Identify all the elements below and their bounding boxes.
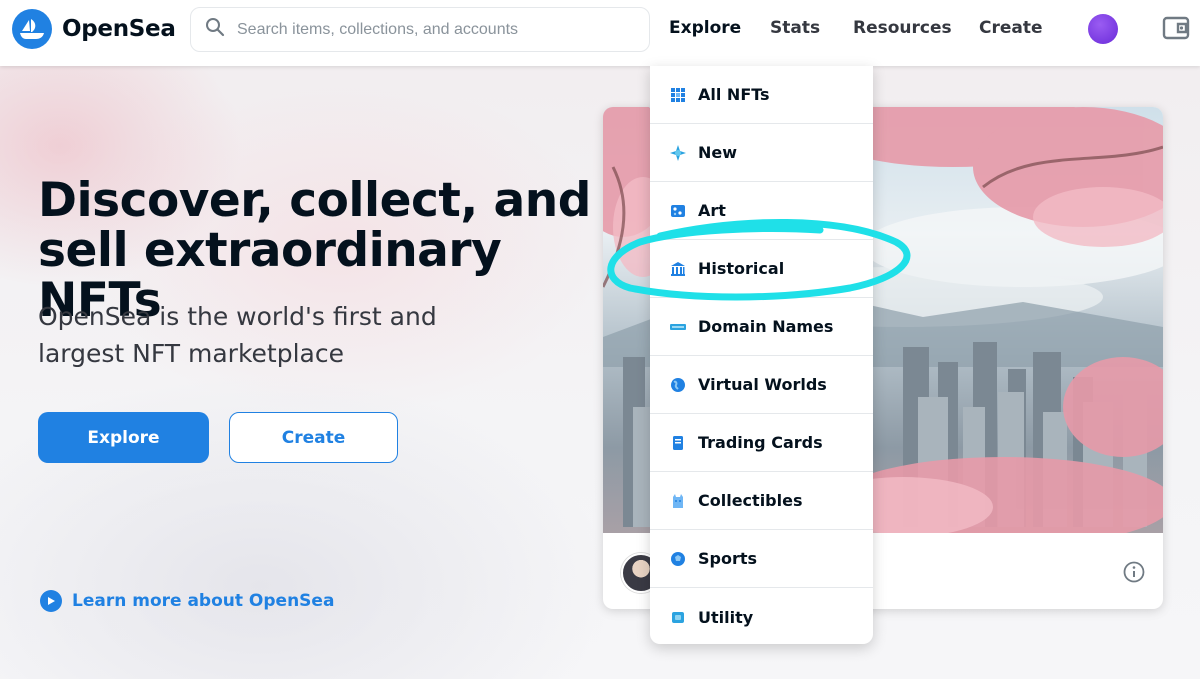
menu-item-label: Virtual Worlds (698, 375, 827, 394)
menu-item-all-nfts[interactable]: All NFTs (650, 66, 873, 124)
menu-item-virtual-worlds[interactable]: Virtual Worlds (650, 356, 873, 414)
globe-icon (670, 377, 686, 393)
menu-item-art[interactable]: Art (650, 182, 873, 240)
domain-icon (670, 319, 686, 335)
menu-item-collectibles[interactable]: Collectibles (650, 472, 873, 530)
search-input[interactable] (237, 20, 637, 39)
info-icon[interactable] (1123, 561, 1145, 588)
menu-item-label: All NFTs (698, 85, 770, 104)
brand-logo[interactable]: OpenSea (12, 9, 176, 49)
menu-item-label: New (698, 143, 738, 162)
nav-resources[interactable]: Resources (853, 18, 952, 38)
menu-item-label: Art (698, 201, 726, 220)
menu-item-domain-names[interactable]: Domain Names (650, 298, 873, 356)
top-navbar: OpenSea Explore Stats Resources Create (0, 0, 1200, 66)
menu-item-label: Trading Cards (698, 433, 823, 452)
menu-item-label: Domain Names (698, 317, 834, 336)
learn-more-link[interactable]: Learn more about OpenSea (40, 590, 334, 612)
nav-explore[interactable]: Explore (669, 18, 741, 38)
search-bar[interactable] (190, 7, 650, 52)
grid-icon (670, 87, 686, 103)
wallet-icon[interactable] (1162, 14, 1190, 47)
utility-icon (670, 609, 686, 625)
play-icon (40, 590, 62, 612)
menu-item-new[interactable]: New (650, 124, 873, 182)
nav-create[interactable]: Create (979, 18, 1043, 38)
card-icon (670, 435, 686, 451)
menu-item-label: Collectibles (698, 491, 803, 510)
create-button[interactable]: Create (229, 412, 398, 463)
nav-stats[interactable]: Stats (770, 18, 820, 38)
opensea-logo-icon (12, 9, 52, 49)
profile-avatar[interactable] (1088, 14, 1118, 44)
menu-item-trading-cards[interactable]: Trading Cards (650, 414, 873, 472)
ball-icon (670, 551, 686, 567)
explore-button[interactable]: Explore (38, 412, 209, 463)
sparkle-icon (670, 144, 686, 161)
explore-dropdown-menu: All NFTs New Art Historical Domain Names… (650, 66, 873, 644)
menu-item-historical[interactable]: Historical (650, 240, 873, 298)
menu-item-sports[interactable]: Sports (650, 530, 873, 588)
collectible-icon (670, 493, 686, 509)
menu-item-label: Sports (698, 549, 758, 568)
menu-item-label: Historical (698, 259, 785, 278)
menu-item-label: Utility (698, 607, 754, 627)
museum-icon (670, 261, 686, 277)
menu-item-utility[interactable]: Utility (650, 588, 873, 646)
palette-icon (670, 203, 686, 219)
hero-subtitle: OpenSea is the world's first and largest… (38, 302, 437, 368)
learn-more-label: Learn more about OpenSea (72, 591, 335, 611)
brand-name: OpenSea (62, 16, 176, 42)
search-icon (205, 17, 225, 42)
